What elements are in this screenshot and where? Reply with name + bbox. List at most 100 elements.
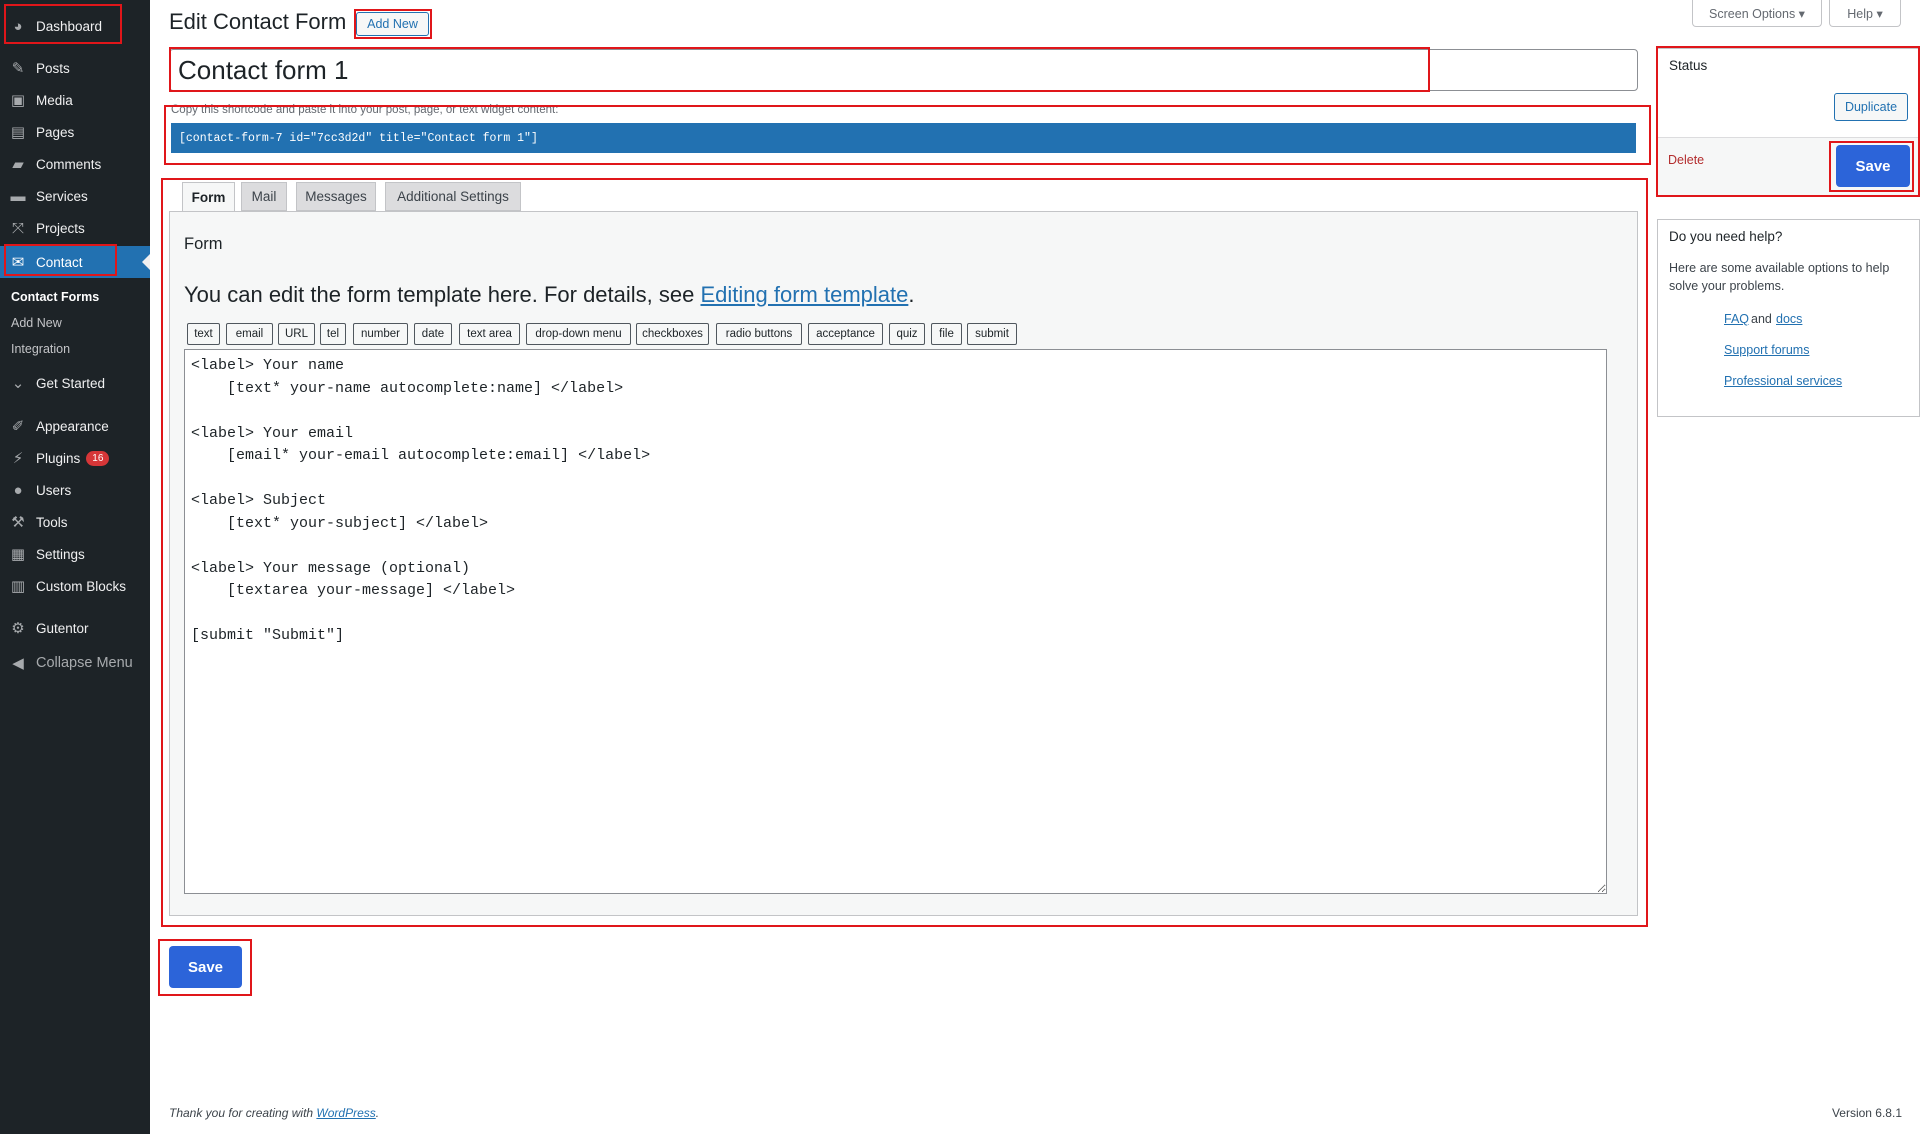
footer-suffix: . xyxy=(375,1106,380,1120)
desc-suffix: . xyxy=(908,282,915,307)
footer-text: Thank you for creating with xyxy=(169,1106,317,1120)
shortcode-field[interactable]: [contact-form-7 id="7cc3d2d" title="Cont… xyxy=(171,123,1636,153)
menu-get-started[interactable]: ⌄ Get Started xyxy=(0,368,150,398)
admin-sidebar: ◕ Dashboard ✎ Posts ▣ Media ▤ Pages ▰ Co… xyxy=(0,0,150,1134)
menu-label: Tools xyxy=(36,514,68,530)
menu-label: Posts xyxy=(36,60,70,76)
help-and-text: and xyxy=(1751,312,1772,326)
add-new-button[interactable]: Add New xyxy=(356,12,429,36)
tag-button-file[interactable]: file xyxy=(931,323,962,345)
expand-icon: ⤧ xyxy=(11,219,24,237)
menu-gutentor[interactable]: ⚙ Gutentor xyxy=(0,613,150,643)
save-button-bottom[interactable]: Save xyxy=(169,946,242,988)
menu-tools[interactable]: ⚒ Tools xyxy=(0,507,150,537)
docs-link[interactable]: docs xyxy=(1776,312,1802,326)
tab-mail[interactable]: Mail xyxy=(241,182,287,211)
menu-media[interactable]: ▣ Media xyxy=(0,85,150,115)
tag-button-text[interactable]: text xyxy=(187,323,220,345)
tab-form[interactable]: Form xyxy=(182,182,235,212)
wrench-icon: ⚒ xyxy=(11,514,25,531)
menu-label: Get Started xyxy=(36,375,106,391)
save-button-top[interactable]: Save xyxy=(1836,145,1910,187)
menu-label: Users xyxy=(36,482,72,498)
menu-posts[interactable]: ✎ Posts xyxy=(0,53,150,83)
menu-pages[interactable]: ▤ Pages xyxy=(0,117,150,147)
menu-label: Gutentor xyxy=(36,620,89,636)
faq-link[interactable]: FAQ xyxy=(1724,312,1749,326)
plug-icon: ⚡ xyxy=(12,450,24,467)
tag-button-text-area[interactable]: text area xyxy=(459,323,520,345)
menu-label: Contact xyxy=(36,254,83,270)
tag-button-quiz[interactable]: quiz xyxy=(889,323,925,345)
menu-label: Pages xyxy=(36,124,75,140)
media-icon: ▣ xyxy=(10,92,26,109)
menu-label: Services xyxy=(36,188,88,204)
menu-label: Dashboard xyxy=(36,18,103,34)
footer-thanks: Thank you for creating with WordPress. xyxy=(169,1106,379,1120)
blocks-icon: ▥ xyxy=(10,578,26,595)
settings-icon: ▦ xyxy=(10,546,26,563)
tag-button-date[interactable]: date xyxy=(414,323,452,345)
form-title-input[interactable] xyxy=(169,49,1638,91)
delete-link[interactable]: Delete xyxy=(1668,153,1704,167)
menu-settings[interactable]: ▦ Settings xyxy=(0,539,150,569)
status-title: Status xyxy=(1669,58,1708,73)
form-template-textarea[interactable]: <label> Your name [text* your-name autoc… xyxy=(184,349,1607,894)
tag-button-email[interactable]: email xyxy=(226,323,273,345)
panel-description: You can edit the form template here. For… xyxy=(184,282,914,308)
tag-button-acceptance[interactable]: acceptance xyxy=(808,323,883,345)
menu-comments[interactable]: ▰ Comments xyxy=(0,149,150,179)
envelope-icon: ✉ xyxy=(11,254,25,271)
menu-custom-blocks[interactable]: ▥ Custom Blocks xyxy=(0,571,150,601)
tag-button-checkboxes[interactable]: checkboxes xyxy=(636,323,709,345)
submenu-contact-forms[interactable]: Contact Forms xyxy=(11,290,99,304)
menu-plugins[interactable]: ⚡ Plugins 16 xyxy=(0,443,150,473)
duplicate-button[interactable]: Duplicate xyxy=(1834,93,1908,121)
tag-button-url[interactable]: URL xyxy=(278,323,315,345)
tag-button-submit[interactable]: submit xyxy=(967,323,1017,345)
submenu-add-new[interactable]: Add New xyxy=(11,316,62,330)
chevron-icon: ⌄ xyxy=(11,375,25,392)
menu-label: Comments xyxy=(36,156,102,172)
screen-options-button[interactable]: Screen Options ▾ xyxy=(1692,0,1822,27)
folder-icon: ▬ xyxy=(10,187,26,205)
menu-label: Settings xyxy=(36,546,85,562)
menu-collapse[interactable]: ◀ Collapse Menu xyxy=(0,648,150,678)
tag-button-tel[interactable]: tel xyxy=(320,323,346,345)
editing-form-template-link[interactable]: Editing form template xyxy=(700,282,908,307)
menu-appearance[interactable]: ✐ Appearance xyxy=(0,411,150,441)
desc-text: You can edit the form template here. For… xyxy=(184,282,701,307)
menu-dashboard[interactable]: ◕ Dashboard xyxy=(0,11,150,41)
user-icon: ● xyxy=(13,481,23,499)
menu-services[interactable]: ▬ Services xyxy=(0,181,150,211)
wordpress-link[interactable]: WordPress xyxy=(316,1106,375,1120)
shortcode-label: Copy this shortcode and paste it into yo… xyxy=(171,104,559,116)
pages-icon: ▤ xyxy=(10,124,26,141)
menu-label: Appearance xyxy=(36,418,109,434)
tag-button-drop-down-menu[interactable]: drop-down menu xyxy=(526,323,631,345)
menu-label: Media xyxy=(36,92,73,108)
menu-label: Collapse Menu xyxy=(36,655,133,671)
pin-icon: ✎ xyxy=(11,60,25,77)
menu-label: Plugins xyxy=(36,450,81,466)
collapse-icon: ◀ xyxy=(12,655,24,672)
dashboard-icon: ◕ xyxy=(13,17,23,35)
panel-heading: Form xyxy=(184,235,223,253)
menu-projects[interactable]: ⤧ Projects xyxy=(0,213,150,243)
tag-button-number[interactable]: number xyxy=(353,323,408,345)
menu-contact[interactable]: ✉ Contact xyxy=(0,246,150,278)
help-title: Do you need help? xyxy=(1669,229,1783,244)
help-tab-button[interactable]: Help ▾ xyxy=(1829,0,1901,27)
brush-icon: ✐ xyxy=(11,418,25,435)
submenu-integration[interactable]: Integration xyxy=(11,342,70,356)
comment-icon: ▰ xyxy=(12,156,24,173)
menu-users[interactable]: ● Users xyxy=(0,475,150,505)
tab-messages[interactable]: Messages xyxy=(296,182,376,211)
professional-services-link[interactable]: Professional services xyxy=(1724,374,1842,388)
plugins-update-badge: 16 xyxy=(86,450,110,466)
menu-label: Custom Blocks xyxy=(36,578,127,594)
tag-button-radio-buttons[interactable]: radio buttons xyxy=(716,323,802,345)
help-description: Here are some available options to help … xyxy=(1669,261,1890,293)
support-forums-link[interactable]: Support forums xyxy=(1724,343,1809,357)
tab-additional-settings[interactable]: Additional Settings xyxy=(385,182,521,211)
